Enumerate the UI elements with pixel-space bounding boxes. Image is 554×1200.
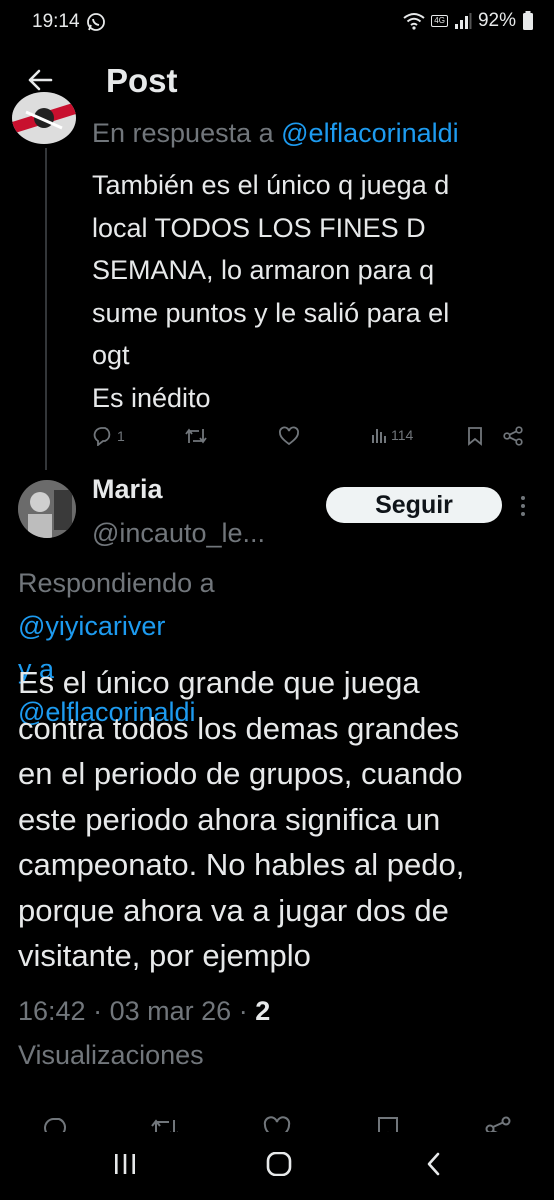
mention-link[interactable]: @yiyicariver bbox=[18, 605, 538, 648]
reply-button[interactable]: 1 bbox=[92, 426, 125, 446]
post-time: 16:42 bbox=[18, 996, 86, 1026]
follow-button[interactable]: Seguir bbox=[326, 487, 502, 523]
retweet-button[interactable] bbox=[184, 426, 208, 446]
bookmark-button[interactable] bbox=[466, 426, 484, 446]
status-bar: 19:14 4G 92% bbox=[0, 0, 554, 44]
reply-context: En respuesta a @elflacorinaldi bbox=[92, 118, 459, 148]
reply-post-text: Es el único grande que juega contra todo… bbox=[18, 665, 465, 973]
whatsapp-icon bbox=[86, 12, 106, 32]
retweet-icon bbox=[184, 426, 208, 446]
post-date: 03 mar 26 bbox=[109, 996, 232, 1026]
mention-link[interactable]: @elflacorinaldi bbox=[281, 118, 459, 148]
heart-icon bbox=[278, 426, 300, 446]
author-name[interactable]: Maria bbox=[92, 474, 163, 505]
status-time: 19:14 bbox=[32, 11, 80, 32]
wifi-icon bbox=[403, 12, 425, 30]
home-icon[interactable] bbox=[266, 1152, 292, 1176]
reply-count: 1 bbox=[117, 428, 125, 444]
vertical-dots-icon[interactable] bbox=[518, 494, 528, 518]
views-label: Visualizaciones bbox=[18, 1040, 204, 1070]
bookmark-icon[interactable] bbox=[376, 1116, 400, 1132]
thread-line bbox=[45, 148, 47, 470]
views-count: 114 bbox=[391, 427, 414, 443]
battery-icon bbox=[522, 11, 534, 31]
views-count: 2 bbox=[255, 996, 271, 1026]
volte-icon: 4G bbox=[431, 15, 448, 27]
share-button[interactable] bbox=[502, 426, 524, 446]
share-icon[interactable] bbox=[484, 1116, 512, 1132]
avatar[interactable] bbox=[18, 480, 76, 538]
arrow-left-icon[interactable] bbox=[26, 66, 54, 94]
back-nav-icon[interactable] bbox=[424, 1152, 444, 1176]
post-meta: 16:42 · 03 mar 26 · 2 bbox=[18, 996, 271, 1026]
retweet-icon[interactable] bbox=[150, 1116, 180, 1132]
system-nav-bar bbox=[0, 1140, 554, 1200]
speech-bubble-icon bbox=[92, 426, 114, 446]
app-header: Post bbox=[0, 44, 554, 118]
parent-post-text: También es el único q juega d local TODO… bbox=[92, 170, 450, 413]
parent-action-bar: 1 114 bbox=[92, 426, 532, 454]
bar-chart-icon bbox=[370, 426, 388, 444]
signal-icon bbox=[454, 13, 472, 29]
speech-bubble-icon[interactable] bbox=[42, 1116, 70, 1132]
recent-apps-icon[interactable] bbox=[112, 1152, 138, 1176]
views-button[interactable]: 114 bbox=[370, 426, 413, 444]
battery-percent: 92% bbox=[477, 10, 516, 31]
reply-action-bar bbox=[0, 1112, 554, 1132]
like-button[interactable] bbox=[278, 426, 300, 446]
page-title: Post bbox=[106, 62, 178, 99]
bookmark-icon bbox=[466, 426, 484, 446]
share-icon bbox=[502, 426, 524, 446]
avatar[interactable] bbox=[12, 92, 76, 144]
heart-icon[interactable] bbox=[262, 1116, 292, 1132]
author-handle[interactable]: @incauto_le... bbox=[92, 518, 265, 549]
